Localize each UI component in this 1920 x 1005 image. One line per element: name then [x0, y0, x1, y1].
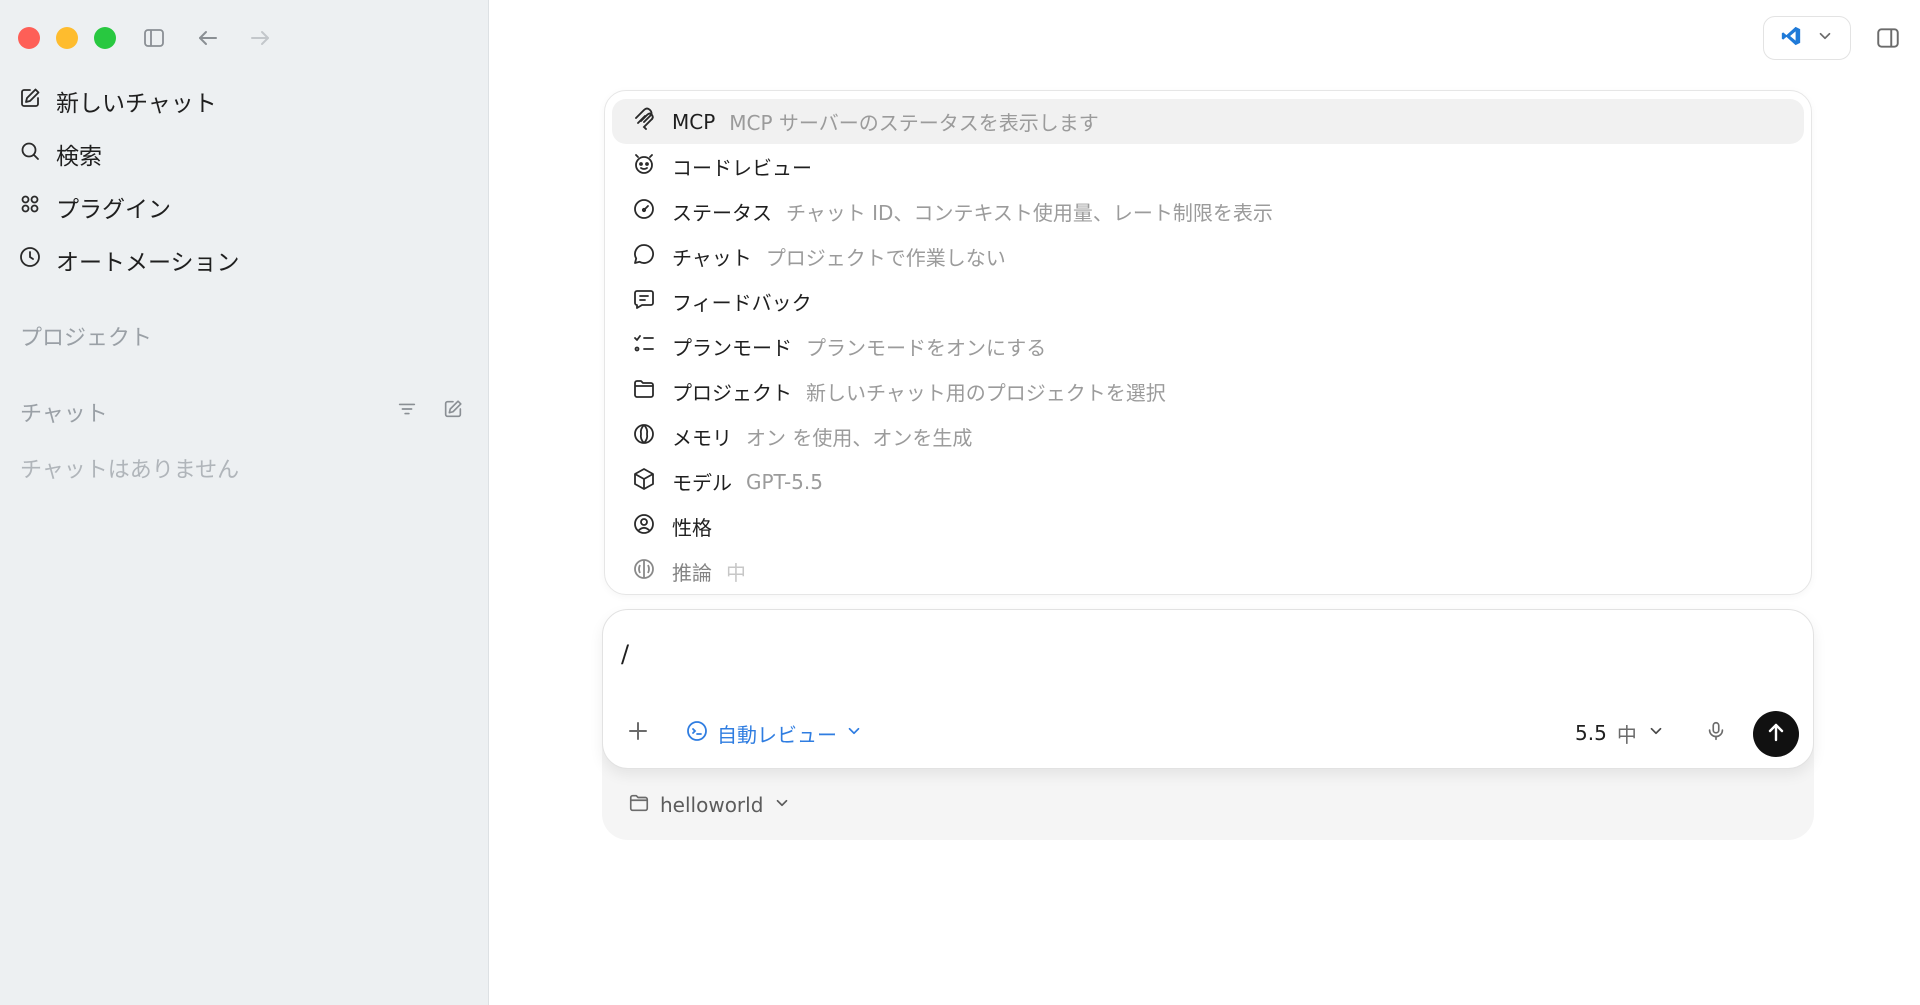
project-folder-selector[interactable]: helloworld: [628, 788, 791, 822]
effort-level: 中: [1616, 722, 1637, 747]
slash-command-menu: MCP MCP サーバーのステータスを表示します コードレビュー ステータス チ…: [604, 90, 1812, 595]
chat-bubble-icon: [632, 242, 656, 271]
chevron-down-icon: [1816, 27, 1834, 49]
menu-item-desc: 中: [726, 561, 746, 585]
gauge-icon: [632, 197, 656, 226]
send-button[interactable]: [1753, 711, 1799, 757]
prompt-input[interactable]: [621, 634, 1721, 674]
menu-item-personality[interactable]: 性格: [612, 504, 1804, 549]
menu-item-desc: 新しいチャット用のプロジェクトを選択: [806, 381, 1166, 405]
sidebar-item-search[interactable]: 検索: [18, 134, 102, 174]
menu-item-memory[interactable]: メモリ オン を使用、オンを生成: [612, 414, 1804, 459]
menu-item-feedback[interactable]: フィードバック: [612, 279, 1804, 324]
sidebar-item-label: 新しいチャット: [56, 91, 217, 117]
person-icon: [632, 512, 656, 541]
chevron-down-icon: [845, 721, 863, 745]
maximize-window-button[interactable]: [94, 27, 116, 49]
auto-review-label: 自動レビュー: [717, 722, 837, 747]
checklist-icon: [632, 332, 656, 361]
back-arrow-icon[interactable]: [192, 22, 224, 54]
auto-review-button[interactable]: 自動レビュー: [685, 717, 863, 749]
feedback-icon: [632, 287, 656, 316]
sidebar-item-label: オートメーション: [56, 250, 240, 276]
sidebar: 新しいチャット 検索 プラグイン オートメーション プロジェクト チャット チャ…: [0, 0, 489, 1005]
menu-item-reasoning[interactable]: 推論 中: [612, 549, 1804, 594]
menu-item-desc: MCP サーバーのステータスを表示します: [729, 111, 1099, 135]
menu-item-title: チャット: [672, 246, 752, 270]
model-version: 5.5: [1575, 721, 1607, 745]
add-attachment-button[interactable]: [621, 716, 655, 750]
menu-item-desc: GPT-5.5: [746, 469, 823, 494]
plus-icon: [626, 719, 650, 747]
menu-item-title: メモリ: [672, 426, 732, 450]
menu-item-desc: プロジェクトで作業しない: [765, 246, 1006, 270]
filter-icon[interactable]: [392, 394, 422, 424]
sidebar-item-label: 検索: [56, 144, 102, 170]
arrow-up-icon: [1764, 720, 1788, 748]
sidebar-toggle-icon[interactable]: [138, 22, 170, 54]
memory-icon: [632, 422, 656, 451]
chevron-down-icon: [773, 793, 791, 817]
menu-item-desc: プランモードをオンにする: [806, 336, 1047, 360]
code-review-icon: [632, 152, 656, 181]
menu-item-title: プロジェクト: [672, 381, 792, 405]
menu-item-title: フィードバック: [672, 291, 812, 315]
close-window-button[interactable]: [18, 27, 40, 49]
chats-empty-text: チャットはありません: [20, 458, 240, 483]
menu-item-title: モデル: [672, 471, 732, 495]
sidebar-item-automation[interactable]: オートメーション: [18, 240, 240, 280]
chevron-down-icon: [1647, 721, 1665, 745]
folder-name: helloworld: [660, 793, 764, 817]
projects-section-label: プロジェクト: [20, 326, 153, 351]
open-in-editor-button[interactable]: [1763, 16, 1851, 60]
forward-arrow-icon[interactable]: [244, 22, 276, 54]
microphone-icon: [1705, 720, 1727, 746]
model-selector[interactable]: 5.5 中: [1575, 717, 1665, 749]
menu-item-status[interactable]: ステータス チャット ID、コンテキスト使用量、レート制限を表示: [612, 189, 1804, 234]
folder-icon: [632, 377, 656, 406]
menu-item-project[interactable]: プロジェクト 新しいチャット用のプロジェクトを選択: [612, 369, 1804, 414]
menu-item-title: ステータス: [672, 201, 772, 225]
sidebar-item-plugins[interactable]: プラグイン: [18, 187, 171, 227]
composer: 自動レビュー 5.5 中: [602, 609, 1814, 769]
menu-item-title: 性格: [672, 516, 712, 540]
menu-item-code-review[interactable]: コードレビュー: [612, 144, 1804, 189]
search-icon: [18, 139, 42, 169]
sidebar-item-label: プラグイン: [56, 197, 171, 223]
brain-icon: [632, 557, 656, 586]
menu-item-chat[interactable]: チャット プロジェクトで作業しない: [612, 234, 1804, 279]
menu-item-mcp[interactable]: MCP MCP サーバーのステータスを表示します: [612, 99, 1804, 144]
vscode-icon: [1780, 25, 1802, 51]
plugins-icon: [18, 192, 42, 222]
chats-section-label: チャット: [20, 402, 108, 427]
minimize-window-button[interactable]: [56, 27, 78, 49]
compose-icon[interactable]: [438, 394, 468, 424]
menu-item-title: MCP: [672, 109, 716, 134]
panel-toggle-icon[interactable]: [1872, 22, 1904, 54]
folder-icon: [628, 792, 650, 819]
menu-item-title: 推論: [672, 561, 712, 585]
menu-item-title: プランモード: [672, 336, 792, 360]
clock-icon: [18, 245, 42, 275]
menu-item-plan-mode[interactable]: プランモード プランモードをオンにする: [612, 324, 1804, 369]
microphone-button[interactable]: [1699, 716, 1733, 750]
menu-item-desc: チャット ID、コンテキスト使用量、レート制限を表示: [786, 201, 1273, 225]
new-chat-icon: [18, 86, 42, 116]
mcp-icon: [632, 107, 656, 136]
menu-item-model[interactable]: モデル GPT-5.5: [612, 459, 1804, 504]
menu-item-desc: オン を使用、オンを生成: [746, 426, 973, 450]
sidebar-item-new-chat[interactable]: 新しいチャット: [18, 81, 217, 121]
review-bot-icon: [685, 719, 709, 748]
menu-item-title: コードレビュー: [672, 156, 812, 180]
cube-icon: [632, 467, 656, 496]
